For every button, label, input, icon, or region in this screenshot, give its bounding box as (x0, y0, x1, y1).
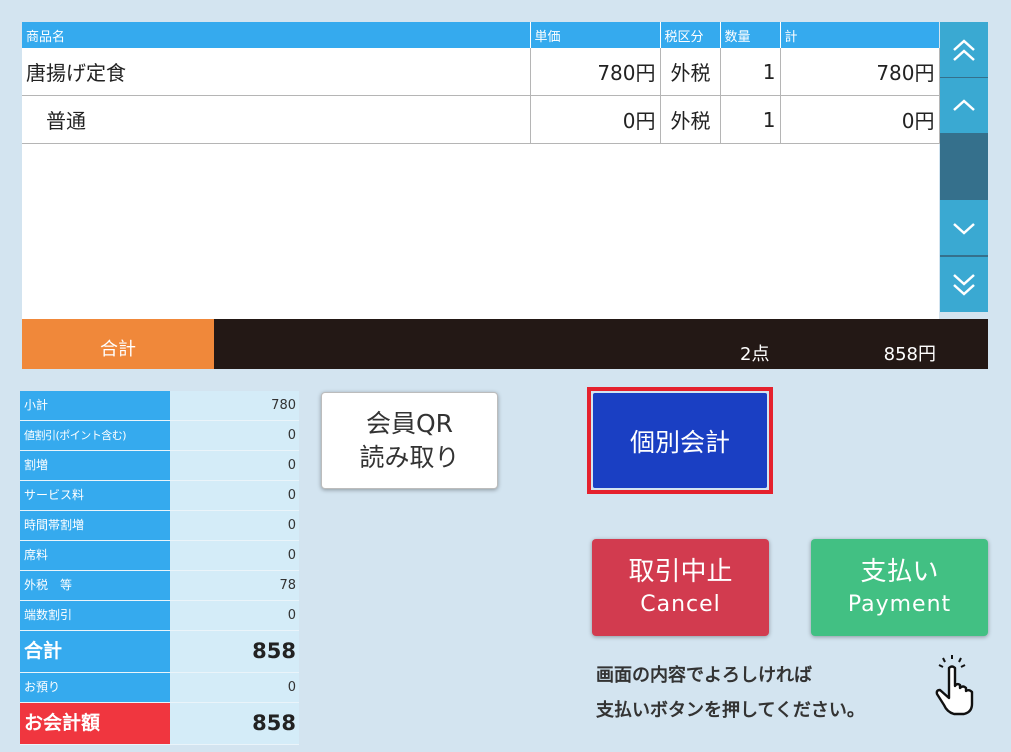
cancel-label-en: Cancel (640, 591, 721, 617)
payment-button[interactable]: 支払い Payment (811, 539, 988, 636)
total-amount: 858円 (883, 344, 936, 365)
summary-key: 端数割引 (20, 601, 170, 630)
item-name: 唐揚げ定食 (22, 48, 531, 96)
summary-key: サービス料 (20, 481, 170, 510)
total-label: 合計 (22, 319, 214, 369)
item-name: 普通 (22, 95, 531, 144)
double-chevron-down-icon (953, 273, 975, 296)
individual-checkout-label: 個別会計 (629, 427, 730, 457)
item-total: 0円 (780, 95, 940, 144)
member-qr-label-2: 読み取り (359, 442, 460, 472)
scroll-bottom-button[interactable] (940, 257, 988, 312)
summary-key: 時間帯割増 (20, 511, 170, 540)
summary-row-seat: 席料 0 (20, 541, 299, 571)
cancel-transaction-button[interactable]: 取引中止 Cancel (592, 539, 769, 636)
summary-key: お預り (20, 673, 170, 702)
table-row[interactable]: 唐揚げ定食 780円 外税 1 780円 (22, 48, 940, 96)
scroll-down-button[interactable] (940, 200, 988, 255)
cancel-label-jp: 取引中止 (628, 556, 733, 587)
summary-value: 0 (170, 541, 299, 570)
col-header-price: 単価 (530, 22, 661, 48)
chevron-up-icon (953, 98, 975, 111)
chevron-down-icon (953, 222, 975, 235)
summary-row-total: 合計 858 (20, 631, 299, 673)
tap-hand-icon (935, 655, 974, 716)
summary-key: 割増 (20, 451, 170, 480)
summary-value: 0 (170, 601, 299, 630)
payment-label-en: Payment (847, 591, 952, 617)
table-header-row: 商品名 単価 税区分 数量 計 (22, 22, 939, 48)
summary-value: 0 (170, 481, 299, 510)
summary-panel: 小計 780 値割引(ポイント含む) 0 割増 0 サービス料 0 時間帯割増 … (20, 391, 299, 745)
scroll-column (940, 22, 988, 312)
individual-checkout-button[interactable]: 個別会計 (593, 393, 767, 488)
scroll-up-button[interactable] (940, 78, 988, 133)
order-items-table: 商品名 単価 税区分 数量 計 唐揚げ定食 780円 外税 1 780円 普通 … (22, 22, 940, 319)
table-row[interactable]: 普通 0円 外税 1 0円 (22, 95, 940, 144)
col-header-qty: 数量 (720, 22, 781, 48)
col-header-tax: 税区分 (660, 22, 721, 48)
summary-value: 0 (170, 673, 299, 702)
summary-row-discount: 値割引(ポイント含む) 0 (20, 421, 299, 451)
member-qr-button[interactable]: 会員QR 読み取り (321, 392, 498, 489)
item-tax: 外税 (660, 48, 721, 96)
summary-row-amount-due: お会計額 858 (20, 703, 299, 745)
summary-row-service: サービス料 0 (20, 481, 299, 511)
instruction-line-2: 支払いボタンを押してください。 (596, 700, 865, 721)
summary-key: 外税 等 (20, 571, 170, 600)
summary-row-tax: 外税 等 78 (20, 571, 299, 601)
summary-value: 858 (170, 703, 299, 744)
instruction-line-1: 画面の内容でよろしければ (596, 665, 812, 686)
total-bar: 合計 2点 858円 (22, 319, 988, 369)
item-count: 2点 (740, 344, 770, 365)
summary-value: 0 (170, 511, 299, 540)
double-chevron-up-icon (953, 38, 975, 61)
summary-row-rounding: 端数割引 0 (20, 601, 299, 631)
item-tax: 外税 (660, 95, 721, 144)
item-price: 0円 (530, 95, 661, 144)
summary-row-surcharge: 割増 0 (20, 451, 299, 481)
col-header-total: 計 (780, 22, 939, 48)
item-qty: 1 (720, 95, 781, 144)
col-header-name: 商品名 (22, 22, 531, 48)
summary-row-timeslot: 時間帯割増 0 (20, 511, 299, 541)
summary-key: 席料 (20, 541, 170, 570)
scroll-top-button[interactable] (940, 22, 988, 77)
summary-value: 0 (170, 451, 299, 480)
item-price: 780円 (530, 48, 661, 96)
summary-row-subtotal: 小計 780 (20, 391, 299, 421)
item-total: 780円 (780, 48, 940, 96)
summary-row-deposit: お預り 0 (20, 673, 299, 703)
payment-label-jp: 支払い (860, 556, 939, 587)
summary-key: お会計額 (20, 703, 170, 744)
summary-value: 0 (170, 421, 299, 450)
item-qty: 1 (720, 48, 781, 96)
summary-key: 値割引(ポイント含む) (20, 421, 170, 450)
summary-value: 780 (170, 391, 299, 420)
member-qr-label-1: 会員QR (365, 408, 454, 438)
summary-value: 858 (170, 631, 299, 672)
instruction-message: 画面の内容でよろしければ 支払いボタンを押してください。 (596, 658, 865, 728)
summary-key: 小計 (20, 391, 170, 420)
summary-key: 合計 (20, 631, 170, 672)
summary-value: 78 (170, 571, 299, 600)
